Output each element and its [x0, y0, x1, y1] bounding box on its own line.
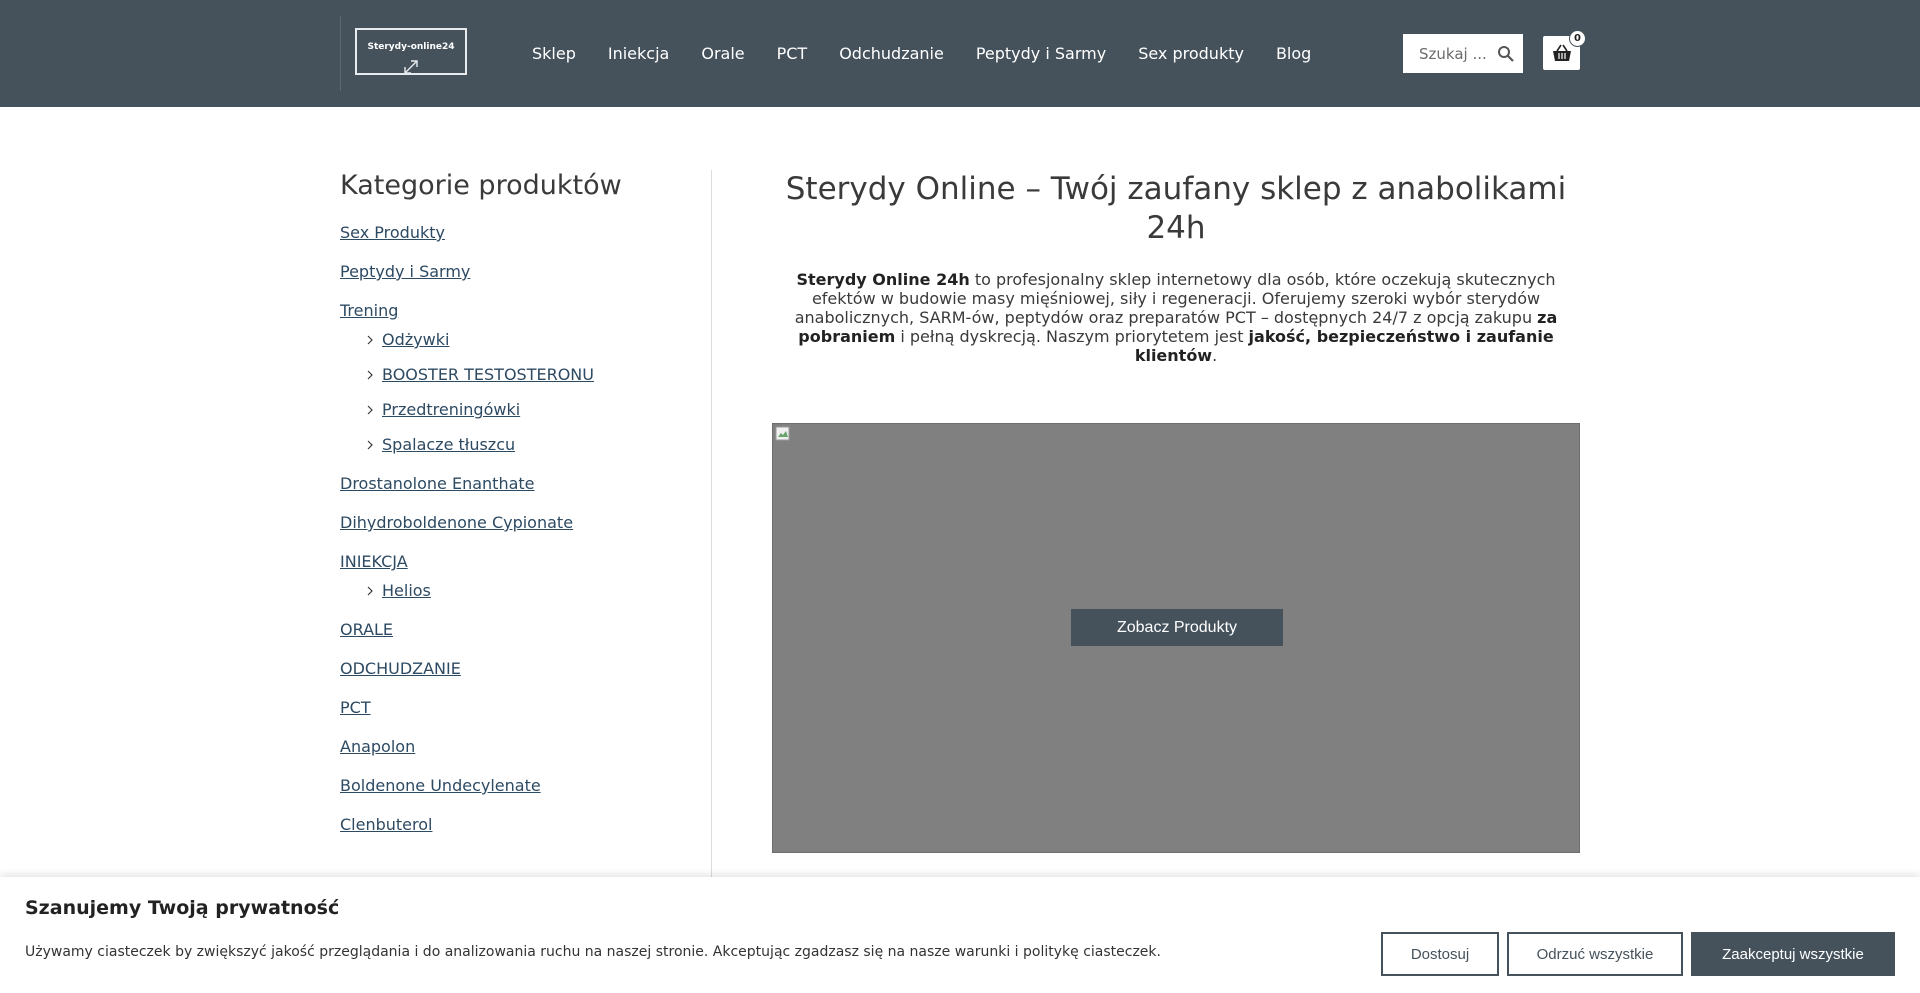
- reject-all-button[interactable]: Odrzuć wszystkie: [1507, 932, 1683, 976]
- hero-banner: Zobacz Produkty: [772, 423, 1580, 853]
- category-odchudzanie[interactable]: ODCHUDZANIE: [340, 659, 711, 678]
- nav-item-pct[interactable]: PCT: [777, 44, 808, 63]
- broken-image-icon: [775, 426, 790, 441]
- category-anapolon[interactable]: Anapolon: [340, 737, 711, 756]
- trening-subcategories: Odżywki BOOSTER TESTOSTERONU Przedtrenin…: [340, 330, 711, 454]
- category-trening[interactable]: Trening: [340, 301, 711, 320]
- subcategory-przedtreningowki[interactable]: Przedtreningówki: [382, 400, 520, 419]
- category-sex-produkty[interactable]: Sex Produkty: [340, 223, 711, 242]
- cookie-title: Szanujemy Twoją prywatność: [25, 897, 340, 919]
- category-sidebar: Kategorie produktów Sex Produkty Peptydy…: [340, 170, 712, 880]
- nav-item-peptydy[interactable]: Peptydy i Sarmy: [976, 44, 1106, 63]
- nav-item-odchudzanie[interactable]: Odchudzanie: [839, 44, 944, 63]
- category-iniekcja[interactable]: INIEKCJA: [340, 552, 711, 571]
- category-clenbuterol[interactable]: Clenbuterol: [340, 815, 711, 834]
- category-drostanolone-enanthate[interactable]: Drostanolone Enanthate: [340, 474, 711, 493]
- logo-text: Sterydy-online24: [367, 42, 455, 52]
- subcategory-item: Przedtreningówki: [365, 400, 711, 419]
- chevron-right-icon: [367, 335, 373, 344]
- search-placeholder: Szukaj ...: [1419, 44, 1487, 63]
- category-pct[interactable]: PCT: [340, 698, 711, 717]
- cart-count-badge: 0: [1569, 30, 1586, 47]
- intro-text-2: i pełną dyskrecją. Naszym priorytetem je…: [895, 327, 1249, 346]
- nav-item-blog[interactable]: Blog: [1276, 44, 1311, 63]
- cookie-banner: Szanujemy Twoją prywatność Używamy ciast…: [0, 877, 1920, 993]
- basket-icon: [1552, 44, 1571, 61]
- cookie-text: Używamy ciasteczek by zwiększyć jakość p…: [25, 944, 1161, 960]
- subcategory-item: Helios: [365, 581, 711, 600]
- customize-button[interactable]: Dostosuj: [1381, 932, 1499, 976]
- accept-all-button[interactable]: Zaakceptuj wszystkie: [1691, 932, 1895, 976]
- chevron-right-icon: [367, 440, 373, 449]
- intro-paragraph: Sterydy Online 24h to profesjonalny skle…: [772, 270, 1580, 365]
- logo-link[interactable]: Sterydy-online24: [340, 16, 467, 91]
- cart-button[interactable]: 0: [1543, 30, 1586, 70]
- see-products-button[interactable]: Zobacz Produkty: [1071, 609, 1283, 646]
- main-nav: Sklep Iniekcja Orale PCT Odchudzanie Pep…: [532, 0, 1343, 107]
- expand-arrow-icon: [404, 60, 418, 74]
- chevron-right-icon: [367, 405, 373, 414]
- nav-item-iniekcja[interactable]: Iniekcja: [608, 44, 669, 63]
- intro-text-3: .: [1212, 346, 1218, 365]
- category-dihydroboldenone-cypionate[interactable]: Dihydroboldenone Cypionate: [340, 513, 711, 532]
- site-header: Sterydy-online24 Sklep Iniekcja Orale PC…: [0, 0, 1920, 107]
- sidebar-title: Kategorie produktów: [340, 170, 622, 201]
- subcategory-spalacze-tluszczu[interactable]: Spalacze tłuszcu: [382, 435, 515, 454]
- page-title: Sterydy Online – Twój zaufany sklep z an…: [785, 171, 1567, 246]
- nav-item-orale[interactable]: Orale: [701, 44, 744, 63]
- chevron-right-icon: [367, 586, 373, 595]
- chevron-right-icon: [367, 370, 373, 379]
- subcategory-item: Odżywki: [365, 330, 711, 349]
- subcategory-booster-testosteronu[interactable]: BOOSTER TESTOSTERONU: [382, 365, 594, 384]
- category-orale[interactable]: ORALE: [340, 620, 711, 639]
- nav-item-sklep[interactable]: Sklep: [532, 44, 576, 63]
- iniekcja-subcategories: Helios: [340, 581, 711, 600]
- search-icon[interactable]: [1495, 43, 1517, 65]
- category-peptydy-i-sarmy[interactable]: Peptydy i Sarmy: [340, 262, 711, 281]
- category-boldenone-undecylenate[interactable]: Boldenone Undecylenate: [340, 776, 711, 795]
- nav-item-sex-produkty[interactable]: Sex produkty: [1138, 44, 1244, 63]
- site-logo: Sterydy-online24: [355, 28, 467, 75]
- main-content: Sterydy Online – Twój zaufany sklep z an…: [772, 170, 1580, 853]
- subcategory-helios[interactable]: Helios: [382, 581, 431, 600]
- search-input[interactable]: Szukaj ...: [1403, 34, 1523, 73]
- subcategory-item: BOOSTER TESTOSTERONU: [365, 365, 711, 384]
- subcategory-item: Spalacze tłuszcu: [365, 435, 711, 454]
- subcategory-odzywki[interactable]: Odżywki: [382, 330, 449, 349]
- intro-brand: Sterydy Online 24h: [796, 270, 970, 289]
